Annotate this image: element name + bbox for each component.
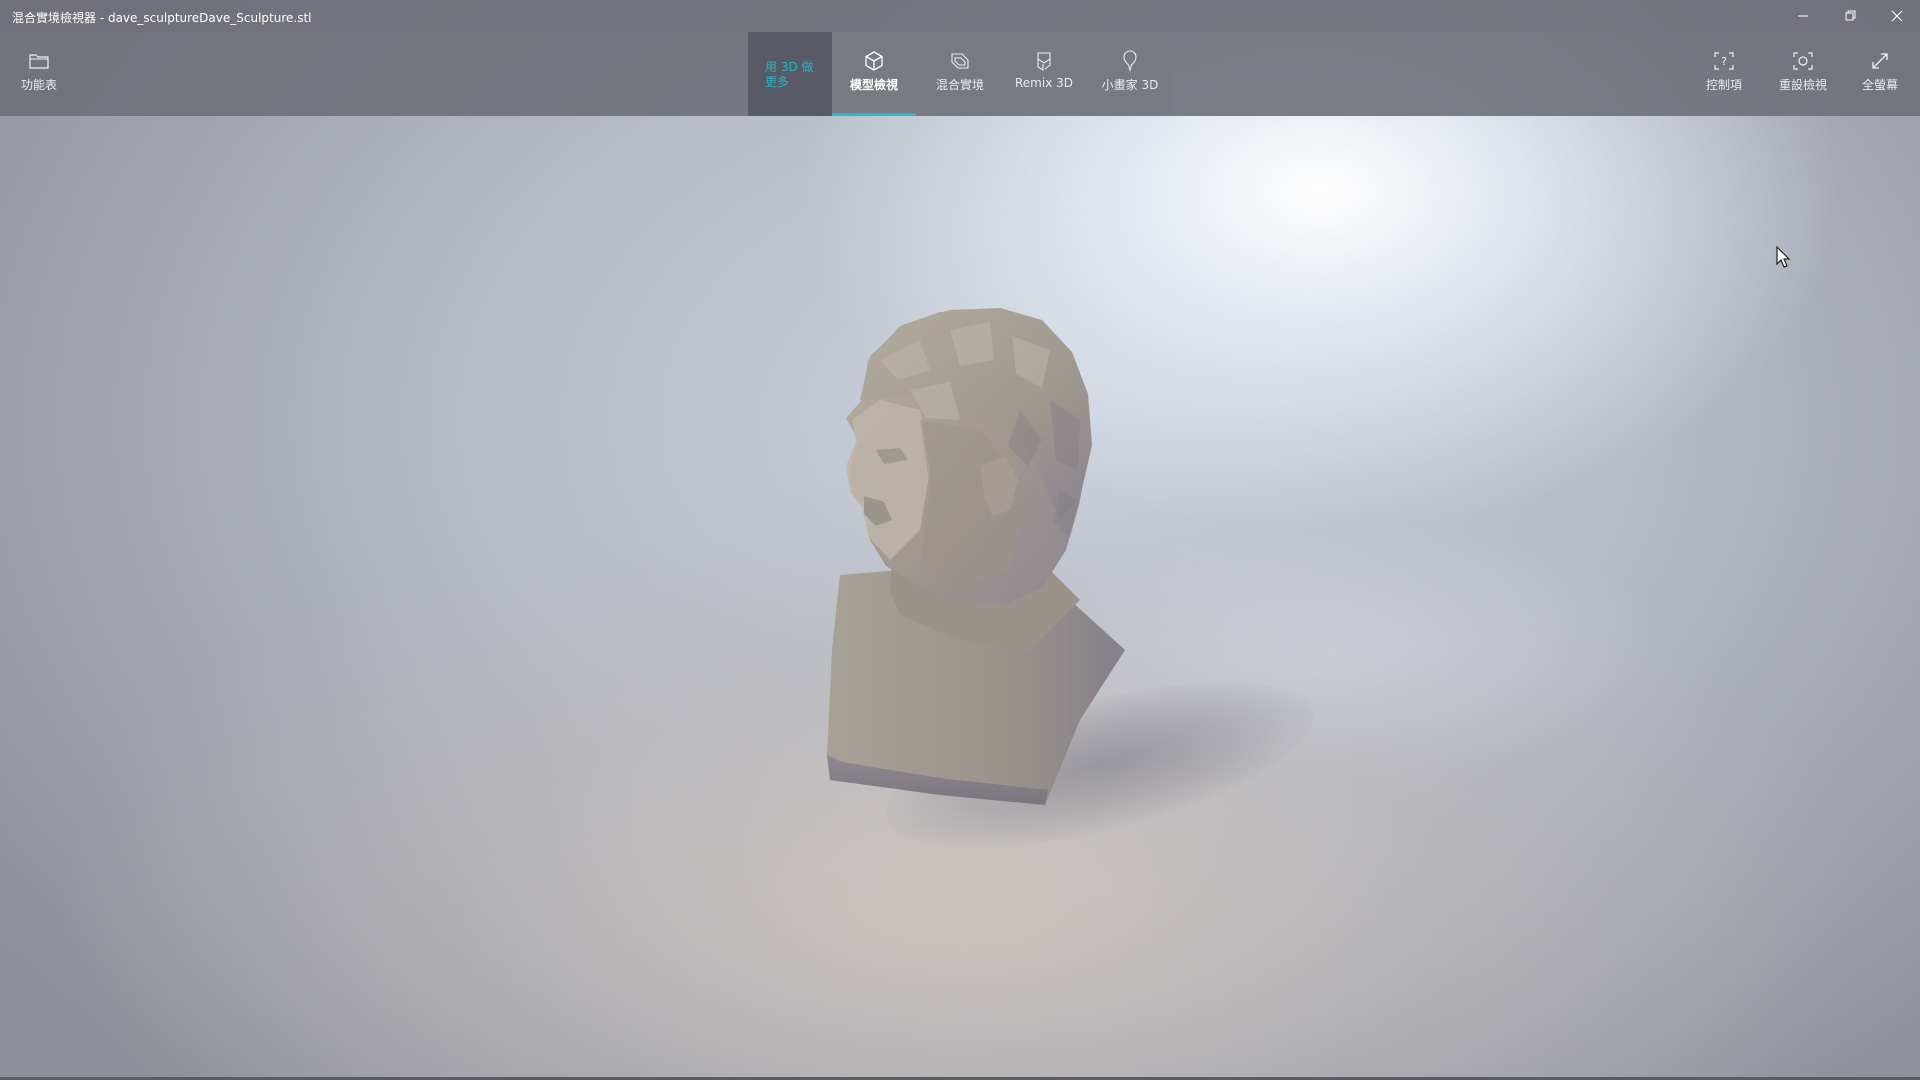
tab-mixed-reality[interactable]: 混合實境 [918, 32, 1002, 116]
restore-button[interactable] [1828, 0, 1874, 32]
active-tab-indicator [832, 113, 916, 116]
tab-remix-3d[interactable]: Remix 3D [1002, 32, 1086, 116]
reset-view-label: 重設檢視 [1778, 78, 1827, 92]
title-bar[interactable]: 混合實境檢視器 - dave_sculptureDave_Sculpture.s… [0, 0, 1920, 32]
mouse-cursor-icon [1776, 246, 1791, 268]
menu-label: 功能表 [20, 78, 57, 92]
fullscreen-icon [1872, 53, 1888, 69]
close-icon [1891, 10, 1903, 22]
mixed-reality-icon [951, 53, 969, 69]
controls-button[interactable]: ? 控制項 [1694, 32, 1754, 116]
controls-label: 控制項 [1705, 78, 1742, 92]
minimize-button[interactable] [1780, 0, 1826, 32]
cube-icon [865, 51, 883, 71]
more-with-3d-button[interactable]: 用 3D 做更多 [748, 32, 832, 116]
tab-model-view[interactable]: 模型檢視 [832, 32, 916, 116]
tab-paint-3d[interactable]: 小畫家 3D [1088, 32, 1172, 116]
tab-label: 模型檢視 [849, 78, 898, 92]
svg-text:?: ? [1721, 55, 1727, 68]
close-button[interactable] [1874, 0, 1920, 32]
controls-help-icon: ? [1714, 52, 1734, 70]
window-title: 混合實境檢視器 - dave_sculptureDave_Sculpture.s… [12, 11, 312, 25]
tab-label: 小畫家 3D [1101, 78, 1159, 92]
tab-label: Remix 3D [1015, 76, 1073, 90]
remix3d-icon [1037, 52, 1051, 71]
view-mode-tabs: 用 3D 做更多 模型檢視 混合實境 Remix 3D 小畫家 3D [748, 32, 1172, 116]
mixed-reality-viewer-window: 混合實境檢視器 - dave_sculptureDave_Sculpture.s… [0, 0, 1920, 1080]
3d-viewport[interactable] [0, 0, 1920, 1080]
restore-icon [1845, 10, 1856, 21]
more-with-3d-label: 用 3D 做更多 [765, 60, 814, 89]
fullscreen-label: 全螢幕 [1861, 78, 1898, 92]
command-bar: 功能表 用 3D 做更多 模型檢視 混合實境 Remix 3D 小畫家 3D ?… [0, 32, 1920, 116]
sculpture-bust-model[interactable] [780, 270, 1180, 830]
reset-view-icon [1793, 52, 1813, 70]
reset-view-button[interactable]: 重設檢視 [1770, 32, 1836, 116]
tab-label: 混合實境 [935, 78, 984, 92]
menu-button[interactable]: 功能表 [10, 32, 68, 116]
folder-icon [29, 54, 49, 69]
fullscreen-button[interactable]: 全螢幕 [1854, 32, 1906, 116]
minimize-icon [1798, 15, 1808, 17]
paint3d-icon [1123, 50, 1137, 72]
